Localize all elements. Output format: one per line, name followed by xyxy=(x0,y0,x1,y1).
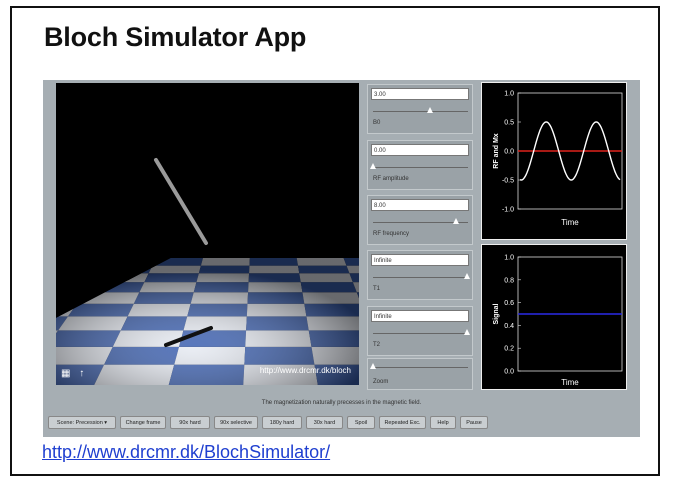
control-label: RF frequency xyxy=(373,231,410,237)
slider-thumb[interactable] xyxy=(464,273,471,279)
value-field[interactable]: Infinite xyxy=(371,254,469,266)
y-axis-label: Signal xyxy=(493,303,500,324)
y-tick-label: 0.8 xyxy=(504,277,514,284)
floor-tile xyxy=(56,282,93,293)
simulator-link[interactable]: http://www.drcmr.dk/BlochSimulator/ xyxy=(42,442,330,463)
y-tick-label: 1.0 xyxy=(504,91,514,98)
button-90x-hard[interactable]: 90x hard xyxy=(170,416,210,429)
y-tick-label: 0.2 xyxy=(504,346,514,353)
floor-tile xyxy=(56,273,99,283)
slider-track[interactable] xyxy=(373,111,468,112)
floor-tile xyxy=(103,258,157,266)
value-field[interactable]: 3.00 xyxy=(371,88,469,100)
slide-title: Bloch Simulator App xyxy=(44,22,307,52)
rf-mx-plot: 1.0 0.5 0.0 -0.5 -1.0 RF and Mx Time xyxy=(481,82,627,240)
control-label: T1 xyxy=(373,286,381,292)
control-label: RF amplitude xyxy=(373,176,409,182)
slider-track[interactable] xyxy=(373,167,468,168)
control-t1: Infinite T1 xyxy=(367,250,473,300)
bloch-simulator-app: ▦ ↑ http://www.drcmr.dk/bloch 3.00 B0 0.00… xyxy=(43,80,640,437)
y-tick-label: 0.4 xyxy=(504,323,514,330)
y-tick-label: -0.5 xyxy=(502,178,514,185)
viewport-url: http://www.drcmr.dk/bloch xyxy=(259,366,351,375)
slider-thumb[interactable] xyxy=(427,107,433,113)
floor-tile xyxy=(56,258,110,266)
value-field[interactable]: 0.00 xyxy=(371,144,469,156)
control-rf-frequency: 8.00 RF frequency xyxy=(367,195,473,245)
fullscreen-icon[interactable]: ▦ xyxy=(61,368,70,379)
slide: Bloch Simulator App ▦ ↑ http://www.drcmr… xyxy=(10,6,660,476)
y-axis-label: RF and Mx xyxy=(493,133,500,168)
floor-tile xyxy=(56,292,86,304)
3d-viewport[interactable]: ▦ ↑ http://www.drcmr.dk/bloch xyxy=(56,83,359,385)
control-b0: 3.00 B0 xyxy=(367,84,473,134)
control-label: B0 xyxy=(373,120,381,126)
button-change-frame[interactable]: Change frame xyxy=(120,416,166,429)
button-help[interactable]: Help xyxy=(430,416,456,429)
signal-plot: 1.0 0.8 0.6 0.4 0.2 0.0 Signal Time xyxy=(481,244,627,390)
button-repeated-exc[interactable]: Repeated Exc. xyxy=(379,416,426,429)
button-pause[interactable]: Pause xyxy=(460,416,488,429)
slider-thumb[interactable] xyxy=(370,363,376,369)
x-axis-label: Time xyxy=(561,378,579,387)
floor-tile xyxy=(56,265,104,274)
y-tick-label: 1.0 xyxy=(504,255,514,262)
y-tick-label: 0.5 xyxy=(504,120,514,127)
magnetization-vector xyxy=(154,158,208,245)
button-scene-precession[interactable]: Scene: Precession ▾ xyxy=(48,416,116,429)
button-spoil[interactable]: Spoil xyxy=(347,416,375,429)
floor-tile xyxy=(56,258,63,266)
checkerboard-scene xyxy=(56,158,359,385)
slider-track[interactable] xyxy=(373,333,468,334)
control-label: T2 xyxy=(373,342,381,348)
button-30x-hard[interactable]: 30x hard xyxy=(306,416,343,429)
y-tick-label: 0.0 xyxy=(504,149,514,156)
y-tick-label: 0.0 xyxy=(504,369,514,376)
status-text: The magnetization naturally precesses in… xyxy=(261,400,422,406)
slider-thumb[interactable] xyxy=(452,218,459,224)
up-arrow-icon[interactable]: ↑ xyxy=(79,368,84,379)
button-180y-hard[interactable]: 180y hard xyxy=(262,416,302,429)
y-tick-label: -1.0 xyxy=(502,207,514,214)
viewport-icons: ▦ ↑ xyxy=(61,368,90,379)
y-tick-label: 0.6 xyxy=(504,300,514,307)
slider-thumb[interactable] xyxy=(370,163,376,169)
button-90x-selective[interactable]: 90x selective xyxy=(214,416,258,429)
control-label: Zoom xyxy=(373,379,389,385)
slider-track[interactable] xyxy=(373,277,468,278)
control-zoom: Zoom xyxy=(367,358,473,390)
control-rf-amplitude: 0.00 RF amplitude xyxy=(367,140,473,190)
slider-track[interactable] xyxy=(373,367,468,368)
slider-thumb[interactable] xyxy=(464,329,471,335)
value-field[interactable]: 8.00 xyxy=(371,199,469,211)
control-t2: Infinite T2 xyxy=(367,306,473,356)
x-axis-label: Time xyxy=(561,218,579,227)
value-field[interactable]: Infinite xyxy=(371,310,469,322)
